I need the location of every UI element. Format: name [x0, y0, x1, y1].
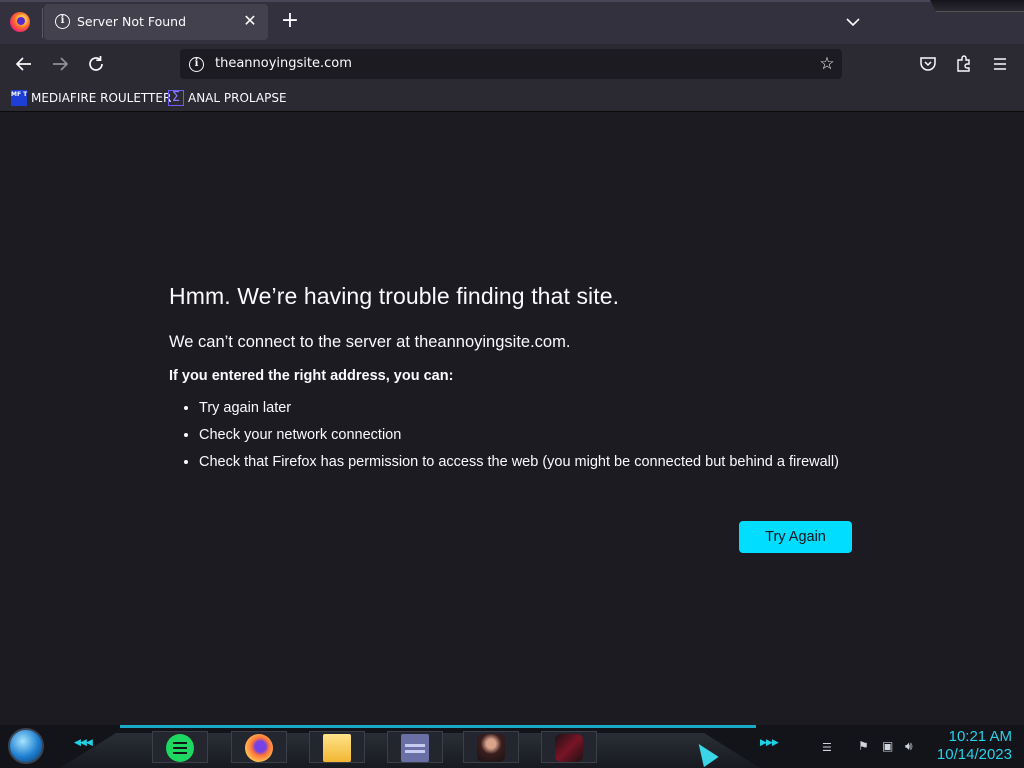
forward-arrow-icon[interactable] [47, 51, 73, 77]
chevron-decoration: ◀◀◀ [74, 738, 93, 748]
taskbar-file-explorer[interactable] [309, 731, 365, 763]
action-center-flag-icon[interactable]: ⚑ [858, 739, 869, 753]
tab-server-not-found[interactable]: i Server Not Found ✕ [44, 4, 268, 40]
tab-separator [42, 8, 43, 38]
reload-icon[interactable] [83, 51, 109, 77]
clock-date: 10/14/2023 [936, 746, 1012, 763]
error-short-description: We can’t connect to the server at theann… [169, 333, 571, 351]
pocket-icon[interactable] [918, 54, 938, 74]
clock-time: 10:21 AM [948, 728, 1012, 745]
sigma-icon: Σ [168, 90, 184, 106]
notes-app-icon [166, 734, 194, 762]
new-tab-button[interactable]: + [279, 10, 301, 33]
tab-strip: i Server Not Found ✕ + [0, 0, 1024, 44]
taskbar: ◀◀◀ ▶▶▶ ☰ ⚑ ▣ 🔊︎ 10:21 AM 10/14/2023 [0, 725, 1024, 768]
error-page: Hmm. We’re having trouble finding that s… [0, 113, 1024, 725]
chevron-decoration: ▶▶▶ [760, 738, 779, 748]
hamburger-menu-icon[interactable] [990, 54, 1010, 74]
id-card-app-icon [401, 734, 429, 762]
mediafire-icon: MF T [11, 90, 27, 106]
bookmark-star-icon[interactable]: ☆ [818, 55, 836, 73]
taskbar-firefox[interactable] [231, 731, 287, 763]
tab-strip-border [0, 0, 1024, 2]
bookmarks-toolbar: MF T MEDIAFIRE ROULETTER Σ ANAL PROLAPSE [0, 84, 1024, 112]
try-again-button[interactable]: Try Again [739, 521, 852, 553]
error-container: Hmm. We’re having trouble finding that s… [169, 283, 869, 481]
back-arrow-icon[interactable] [11, 51, 37, 77]
info-icon: i [55, 14, 70, 29]
volume-icon[interactable]: 🔊︎ [905, 739, 913, 754]
suggestion-item: Try again later [199, 400, 869, 416]
error-hint: If you entered the right address, you ca… [169, 368, 454, 384]
bookmark-label: ANAL PROLAPSE [188, 91, 287, 105]
firefox-icon [245, 734, 273, 762]
taskbar-accent-line [120, 725, 756, 728]
taskbar-red-app[interactable] [541, 731, 597, 763]
extensions-puzzle-icon[interactable] [954, 54, 974, 74]
system-clock[interactable]: 10:21 AM 10/14/2023 [937, 728, 1012, 764]
show-hidden-icons-icon[interactable]: ☰ [822, 741, 832, 754]
taskbar-portrait-app[interactable] [463, 731, 519, 763]
list-all-tabs-chevron-down-icon[interactable] [843, 12, 863, 32]
url-text[interactable]: theannoyingsite.com [215, 56, 352, 71]
site-info-icon[interactable]: i [189, 57, 204, 72]
taskbar-id-card-app[interactable] [387, 731, 443, 763]
start-button[interactable] [8, 728, 44, 764]
suggestion-item: Check that Firefox has permission to acc… [199, 454, 869, 470]
network-icon[interactable]: ▣ [882, 739, 893, 753]
bookmark-anal-prolapse[interactable]: Σ ANAL PROLAPSE [168, 89, 287, 107]
red-app-icon [555, 734, 583, 762]
close-tab-icon[interactable]: ✕ [240, 11, 260, 31]
window-corner-decoration [930, 0, 1024, 12]
taskbar-notes-app[interactable] [152, 731, 208, 763]
portrait-app-icon [477, 734, 505, 762]
firefox-menu-icon[interactable] [10, 12, 30, 32]
error-title: Hmm. We’re having trouble finding that s… [169, 283, 620, 309]
suggestion-item: Check your network connection [199, 427, 869, 443]
navigation-toolbar: i theannoyingsite.com ☆ [0, 44, 1024, 84]
bookmark-label: MEDIAFIRE ROULETTER [31, 91, 172, 105]
address-bar[interactable]: i theannoyingsite.com ☆ [180, 49, 842, 79]
file-explorer-icon [323, 734, 351, 762]
bookmark-mediafire-rouletter[interactable]: MF T MEDIAFIRE ROULETTER [11, 89, 171, 107]
tab-title: Server Not Found [77, 14, 187, 29]
suggestion-list: Try again later Check your network conne… [169, 400, 869, 470]
